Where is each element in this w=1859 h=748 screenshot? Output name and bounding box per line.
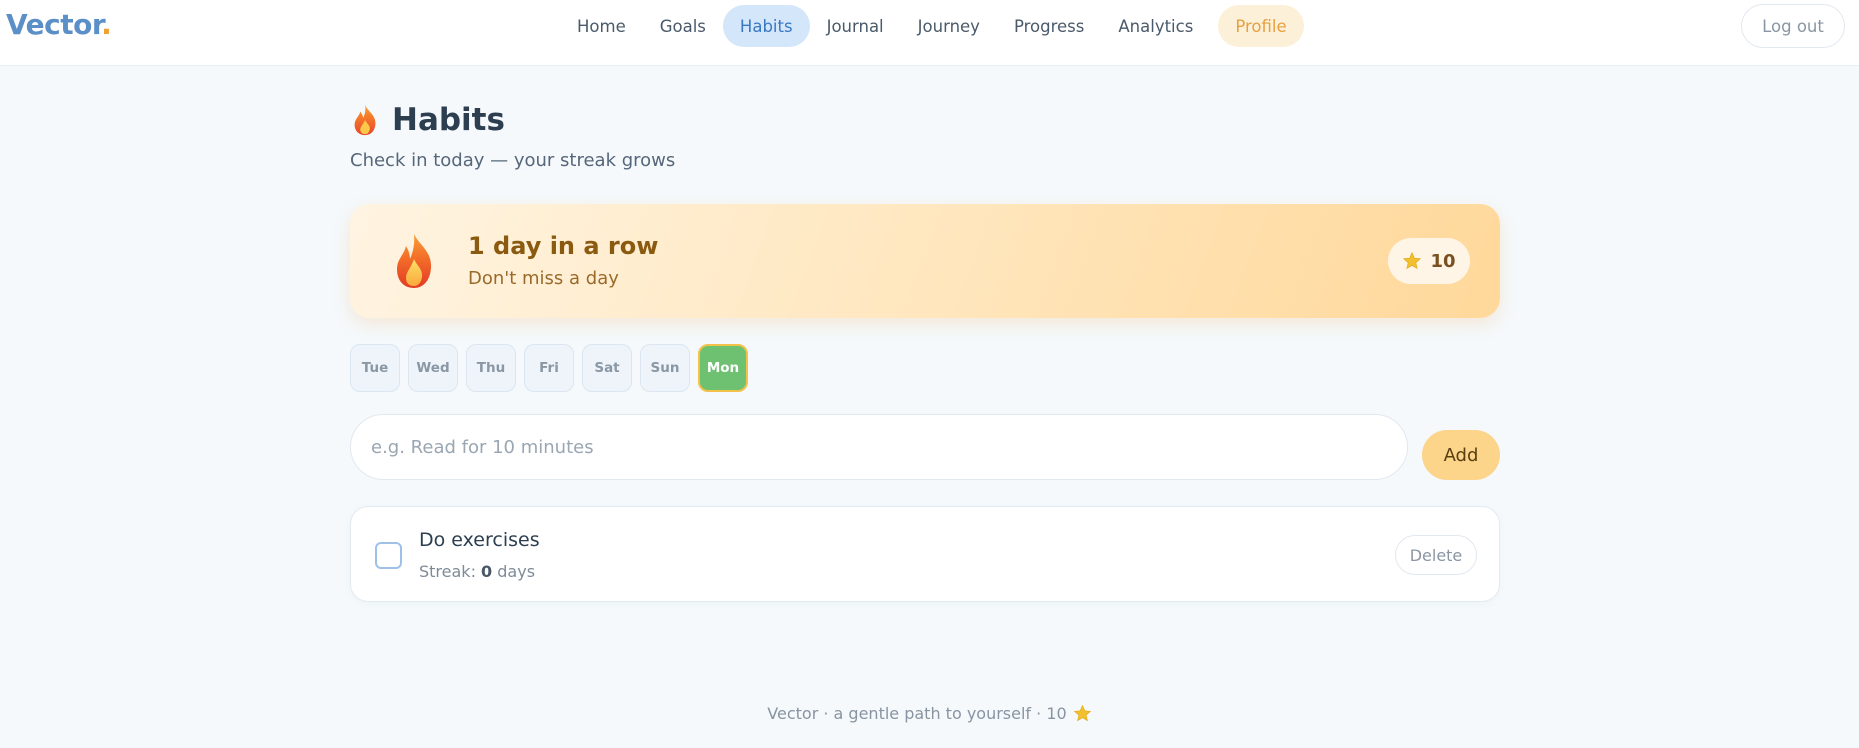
nav-item-profile[interactable]: Profile (1218, 5, 1304, 47)
nav-item-goals[interactable]: Goals (643, 5, 723, 47)
new-habit-input[interactable] (350, 414, 1408, 480)
logout-button[interactable]: Log out (1741, 4, 1845, 48)
flame-icon (354, 104, 376, 136)
top-bar: Vector. Home Goals Habits Journal Journe… (0, 0, 1859, 66)
day-sun[interactable]: Sun (640, 344, 690, 392)
habit-name: Do exercises (419, 529, 540, 551)
day-sat[interactable]: Sat (582, 344, 632, 392)
nav-item-home[interactable]: Home (560, 5, 643, 47)
day-fri[interactable]: Fri (524, 344, 574, 392)
page-header: Habits (350, 102, 505, 138)
streak-subtitle: Don't miss a day (468, 268, 619, 289)
footer: Vector · a gentle path to yourself · 10 (0, 704, 1859, 723)
habit-item: Do exercises Streak: 0 days Delete (350, 506, 1500, 602)
weekday-strip: Tue Wed Thu Fri Sat Sun Mon (350, 344, 748, 392)
main-nav: Home Goals Habits Journal Journey Progre… (560, 5, 1304, 47)
streak-banner: 1 day in a row Don't miss a day 10 (350, 204, 1500, 318)
page-title: Habits (392, 102, 505, 138)
nav-item-journey[interactable]: Journey (901, 5, 997, 47)
habit-checkbox[interactable] (375, 542, 402, 569)
nav-item-analytics[interactable]: Analytics (1101, 5, 1210, 47)
page-subtitle: Check in today — your streak grows (350, 150, 676, 171)
star-icon (1073, 704, 1091, 722)
day-wed[interactable]: Wed (408, 344, 458, 392)
streak-title: 1 day in a row (468, 232, 659, 260)
habit-streak-count: 0 (481, 562, 493, 581)
points-value: 10 (1430, 250, 1456, 272)
day-mon-today[interactable]: Mon (698, 344, 748, 392)
points-badge: 10 (1388, 238, 1470, 284)
flame-icon (397, 234, 432, 288)
nav-item-habits[interactable]: Habits (722, 5, 810, 47)
nav-item-journal[interactable]: Journal (810, 5, 901, 47)
delete-habit-button[interactable]: Delete (1395, 535, 1477, 575)
star-icon (1403, 251, 1422, 270)
add-habit-button[interactable]: Add (1422, 430, 1500, 480)
footer-text: Vector · a gentle path to yourself · 10 (767, 704, 1067, 723)
nav-item-progress[interactable]: Progress (997, 5, 1101, 47)
day-thu[interactable]: Thu (466, 344, 516, 392)
day-tue[interactable]: Tue (350, 344, 400, 392)
app-logo[interactable]: Vector. (6, 8, 112, 41)
habit-streak: Streak: 0 days (419, 562, 536, 581)
